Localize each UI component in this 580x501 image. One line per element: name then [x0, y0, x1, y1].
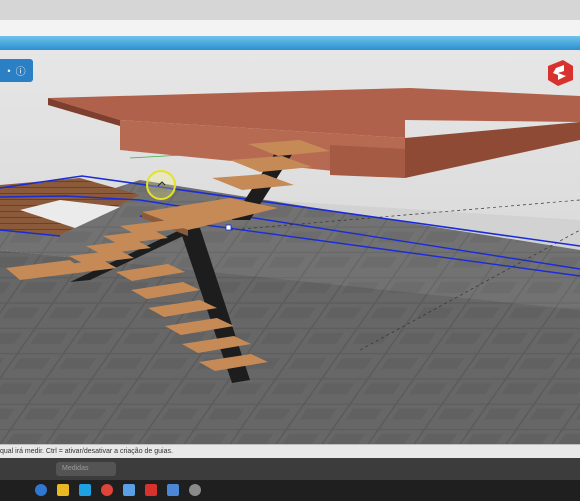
edge-icon[interactable] — [79, 484, 91, 496]
info-icon: ⓘ — [15, 67, 26, 78]
status-text: qual irá medir. Ctrl = ativar/desativar … — [0, 448, 173, 455]
viewport-info-button[interactable]: • ⓘ — [0, 59, 33, 82]
store-icon[interactable] — [167, 484, 179, 496]
tape-measure-cursor-icon — [146, 170, 176, 200]
bullet-icon: • — [7, 65, 11, 76]
chrome-icon[interactable] — [101, 484, 113, 496]
file-explorer-icon[interactable] — [57, 484, 69, 496]
slab-step-block — [330, 145, 405, 178]
sketchup-logo — [548, 60, 573, 86]
stair-model-scene[interactable] — [0, 50, 580, 444]
vertex-marker — [225, 224, 232, 231]
3d-viewport[interactable] — [0, 50, 580, 444]
windows-start-icon[interactable] — [35, 484, 47, 496]
status-bar: qual irá medir. Ctrl = ativar/desativar … — [0, 444, 580, 459]
browser-top-bar — [0, 0, 580, 20]
measurements-field[interactable]: Medidas — [56, 462, 116, 476]
address-strip — [0, 20, 580, 36]
sketchup-icon[interactable] — [145, 484, 157, 496]
photos-icon[interactable] — [123, 484, 135, 496]
toolbar-band — [0, 36, 580, 50]
settings-icon[interactable] — [189, 484, 201, 496]
